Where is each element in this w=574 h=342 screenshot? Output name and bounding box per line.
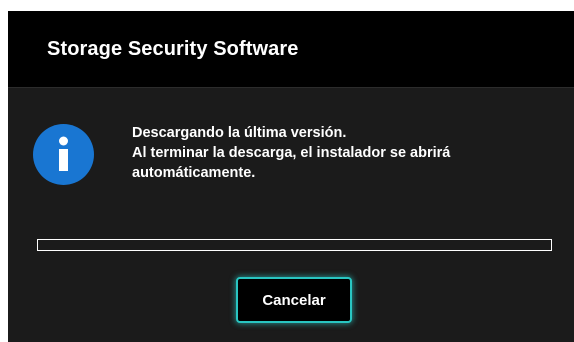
message-line-1: Descargando la última versión.: [132, 125, 347, 141]
download-dialog: Storage Security Software Descargando la…: [8, 11, 574, 342]
message-text: Descargando la última versión. Al termin…: [132, 123, 552, 183]
title-divider: [8, 87, 574, 88]
info-icon-stem: [59, 149, 68, 171]
download-progress-bar: [37, 239, 552, 251]
message-line-3: automáticamente.: [132, 165, 256, 181]
message-line-2: Al terminar la descarga, el instalador s…: [132, 145, 451, 161]
info-icon-dot: [59, 136, 68, 146]
dialog-title: Storage Security Software: [47, 38, 299, 60]
title-bar: Storage Security Software: [8, 11, 574, 87]
info-icon: [33, 124, 94, 185]
cancel-button[interactable]: Cancelar: [236, 277, 352, 323]
